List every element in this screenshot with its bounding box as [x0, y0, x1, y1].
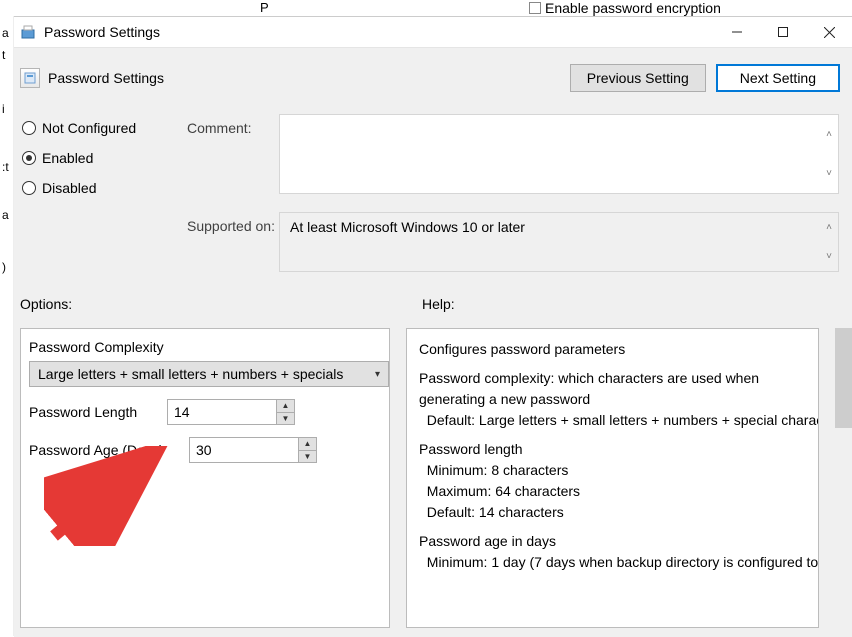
dialog-content: Password Settings Previous Setting Next … [14, 48, 852, 637]
minimize-button[interactable] [714, 17, 760, 47]
dialog-window: Password Settings Password Settings Prev… [14, 16, 852, 636]
help-line: Minimum: 8 characters [419, 462, 568, 478]
previous-setting-button[interactable]: Previous Setting [570, 64, 706, 92]
option-password-age: Password Age (Days) ▲ ▼ [29, 437, 381, 463]
password-length-label: Password Length [29, 404, 157, 420]
help-line: Default: 14 characters [419, 504, 564, 520]
checkbox-icon [529, 2, 541, 14]
options-panel: Password Complexity Large letters + smal… [20, 328, 390, 628]
chevron-up-icon[interactable]: ▲ [277, 400, 294, 413]
background-strip: P Enable password encryption [0, 0, 852, 16]
state-radio-group: Not Configured Enabled Disabled [22, 120, 136, 196]
help-line: Minimum: 1 day (7 days when backup direc… [419, 554, 819, 570]
chevron-up-icon: ˄ [820, 213, 838, 242]
help-line: Maximum: 64 characters [419, 483, 580, 499]
maximize-button[interactable] [760, 17, 806, 47]
password-complexity-dropdown[interactable]: Large letters + small letters + numbers … [29, 361, 389, 387]
bg-fragment-checkbox-label: Enable password encryption [545, 0, 721, 16]
close-button[interactable] [806, 17, 852, 47]
header-title: Password Settings [48, 70, 570, 86]
policy-icon [20, 68, 40, 88]
help-line: Default: Large letters + small letters +… [419, 412, 819, 428]
password-complexity-label: Password Complexity [29, 339, 381, 355]
help-line: Password length [419, 441, 523, 457]
supported-on-label: Supported on: [187, 218, 275, 234]
comment-label: Comment: [187, 120, 252, 136]
supported-on-value: At least Microsoft Windows 10 or later [290, 219, 525, 235]
help-panel: Configures password parameters Password … [406, 328, 819, 628]
supported-on-box: At least Microsoft Windows 10 or later ˄… [279, 212, 839, 272]
next-setting-button[interactable]: Next Setting [716, 64, 840, 92]
scrollbar-thumb[interactable] [835, 328, 852, 428]
radio-icon [22, 121, 36, 135]
option-password-complexity: Password Complexity Large letters + smal… [29, 339, 381, 387]
password-age-spinner[interactable]: ▲ ▼ [189, 437, 317, 463]
chevron-down-icon[interactable]: ▼ [277, 413, 294, 425]
titlebar: Password Settings [14, 17, 852, 48]
option-password-length: Password Length ▲ ▼ [29, 399, 381, 425]
radio-disabled[interactable]: Disabled [22, 180, 136, 196]
bg-fragment-checkbox: Enable password encryption [529, 0, 721, 16]
help-line: Password age in days [419, 533, 556, 549]
comment-scroll[interactable]: ˄ ˅ [820, 115, 838, 193]
help-section-label: Help: [422, 296, 455, 312]
window-controls [714, 17, 852, 47]
dropdown-value: Large letters + small letters + numbers … [38, 366, 343, 382]
bg-fragment-link: P [260, 0, 269, 15]
background-left-gutter: a t i :t a ) [0, 16, 14, 636]
supported-scroll: ˄ ˅ [820, 213, 838, 271]
password-length-input[interactable] [167, 399, 277, 425]
options-section-label: Options: [20, 296, 72, 312]
comment-textarea[interactable]: ˄ ˅ [279, 114, 839, 194]
radio-label: Disabled [42, 180, 96, 196]
chevron-down-icon: ▾ [375, 369, 380, 380]
chevron-down-icon[interactable]: ▼ [299, 451, 316, 463]
radio-icon [22, 181, 36, 195]
spinner-buttons[interactable]: ▲ ▼ [277, 399, 295, 425]
radio-not-configured[interactable]: Not Configured [22, 120, 136, 136]
window-title: Password Settings [44, 24, 714, 40]
app-icon [20, 24, 36, 40]
help-scrollbar[interactable] [835, 328, 852, 628]
password-age-input[interactable] [189, 437, 299, 463]
password-age-label: Password Age (Days) [29, 442, 179, 458]
help-line: Configures password parameters [419, 339, 806, 360]
chevron-down-icon[interactable]: ˅ [820, 154, 838, 193]
chevron-down-icon: ˅ [820, 242, 838, 271]
radio-label: Enabled [42, 150, 93, 166]
nav-buttons: Previous Setting Next Setting [570, 64, 840, 92]
radio-enabled[interactable]: Enabled [22, 150, 136, 166]
password-length-spinner[interactable]: ▲ ▼ [167, 399, 295, 425]
chevron-up-icon[interactable]: ˄ [820, 115, 838, 154]
radio-label: Not Configured [42, 120, 136, 136]
help-line: Password complexity: which characters ar… [419, 370, 759, 407]
spinner-buttons[interactable]: ▲ ▼ [299, 437, 317, 463]
radio-icon [22, 151, 36, 165]
header-row: Password Settings Previous Setting Next … [20, 58, 840, 104]
chevron-up-icon[interactable]: ▲ [299, 438, 316, 451]
